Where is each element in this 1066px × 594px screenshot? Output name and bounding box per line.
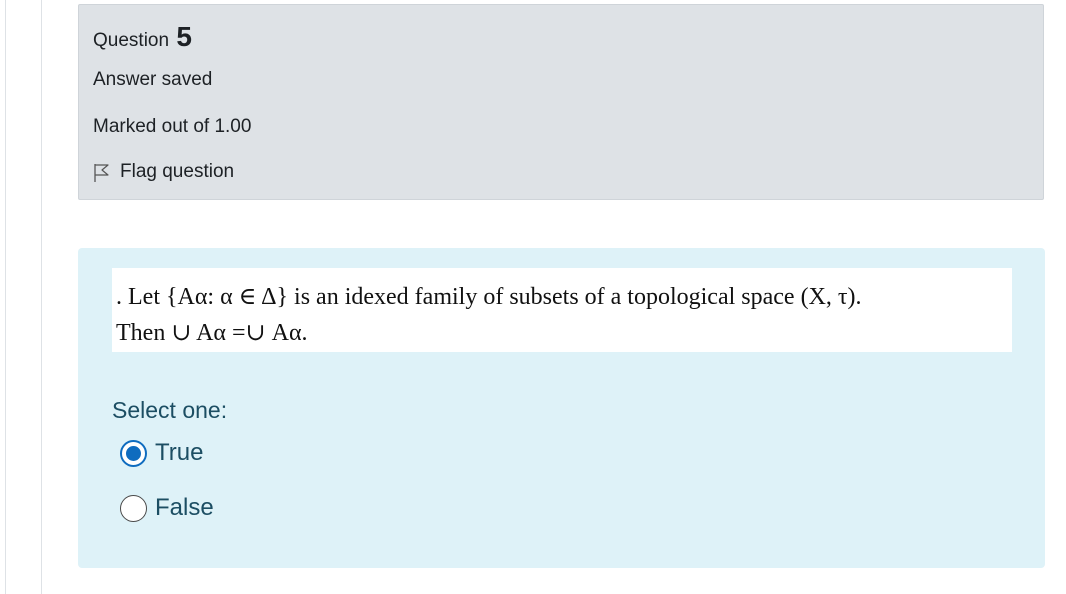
question-text-image: . Let {Aα: α ∈ Δ} is an idexed family of… bbox=[112, 268, 1012, 352]
grade-info: Marked out of 1.00 bbox=[93, 116, 252, 137]
question-number-heading: Question 5 bbox=[93, 21, 192, 53]
question-text-line-2: Then ∪ Aα =∪ Aα. bbox=[116, 320, 308, 346]
radio-false[interactable] bbox=[120, 494, 147, 522]
answer-state: Answer saved bbox=[93, 69, 213, 90]
option-false[interactable]: False bbox=[120, 494, 214, 522]
question-content-panel: . Let {Aα: α ∈ Δ} is an idexed family of… bbox=[78, 248, 1045, 568]
question-info-panel: Question 5 Answer saved Marked out of 1.… bbox=[78, 4, 1044, 200]
left-gutter-border-inner bbox=[41, 0, 42, 594]
option-true[interactable]: True bbox=[120, 439, 203, 467]
radio-true[interactable] bbox=[120, 439, 147, 467]
question-label: Question bbox=[93, 30, 170, 51]
option-false-label[interactable]: False bbox=[155, 494, 214, 522]
flag-question-label: Flag question bbox=[120, 160, 235, 182]
option-true-label[interactable]: True bbox=[155, 439, 203, 467]
question-text-line-1: . Let {Aα: α ∈ Δ} is an idexed family of… bbox=[116, 284, 862, 310]
flag-outline-icon bbox=[94, 164, 109, 182]
select-one-prompt: Select one: bbox=[112, 397, 228, 423]
question-number: 5 bbox=[176, 21, 192, 52]
flag-question-link[interactable]: Flag question bbox=[93, 160, 234, 183]
left-gutter-border bbox=[5, 0, 6, 594]
